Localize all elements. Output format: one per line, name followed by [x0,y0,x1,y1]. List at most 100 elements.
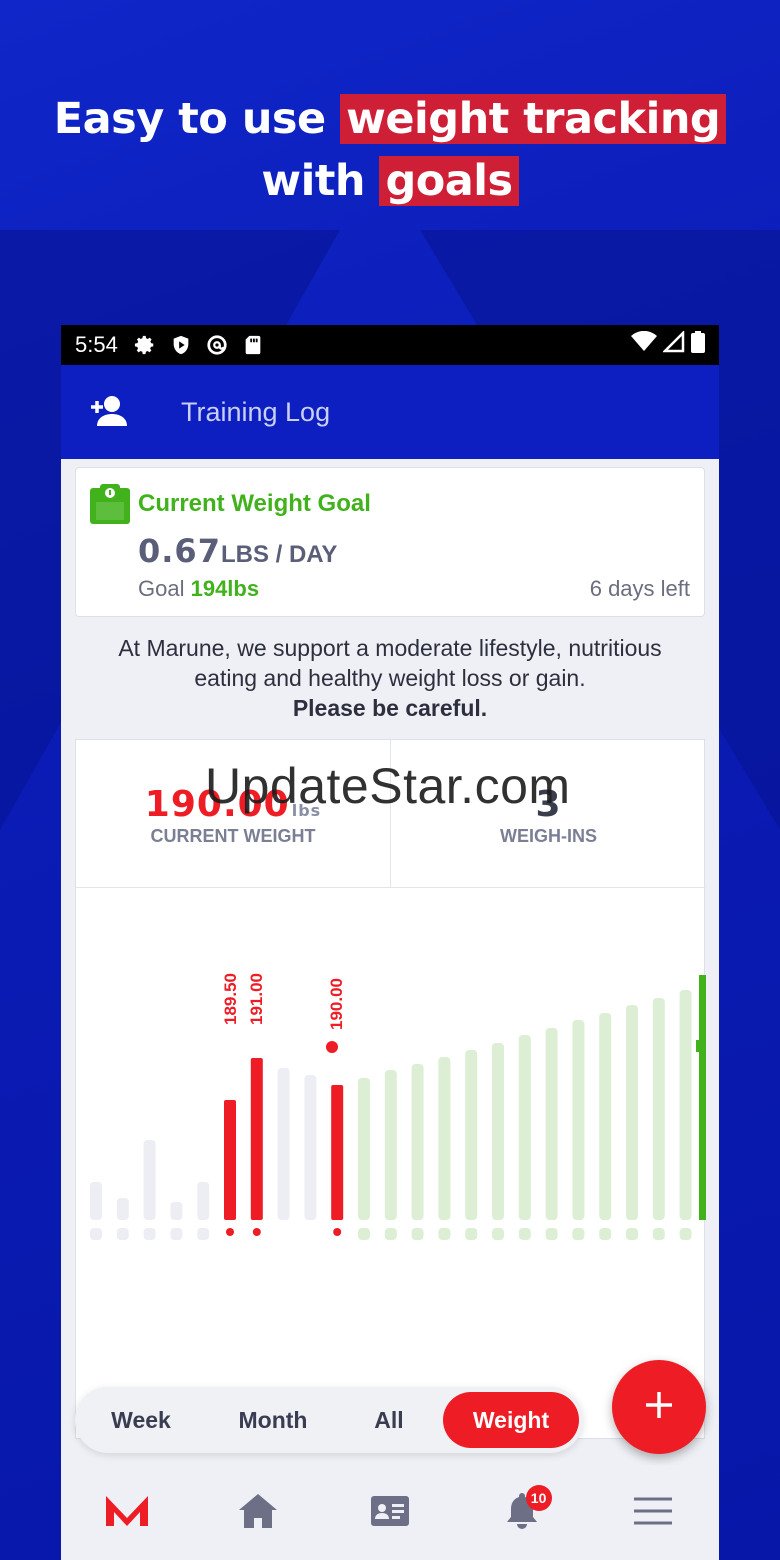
gear-icon [134,334,156,356]
bottom-navigation: 10 [61,1465,719,1560]
weight-chart: 189.50 191.00 190.00 [90,973,706,1240]
chart-dot-projection [679,1228,692,1240]
nav-logo[interactable] [87,1483,167,1543]
battery-icon [691,331,705,359]
chart-bar-projection [411,1064,424,1220]
chart-bar-projection [384,1070,397,1220]
chart-dot-projection [358,1228,370,1240]
weight-goal-card[interactable]: Current Weight Goal 0.67LBS / DAY Goal 1… [75,467,705,617]
chart-bar-empty [116,1198,129,1220]
headline-highlight-goals: goals [379,156,519,206]
headline-part1: Easy to use [53,94,341,144]
goal-target: Goal 194lbs [138,576,259,602]
chart-dot-projection [465,1228,478,1240]
chart-point-marker [326,1041,338,1053]
chart-dot-logged [252,1228,261,1236]
scale-icon [90,484,130,528]
chart-bar-projection [518,1035,531,1220]
chart-bar-projection [572,1020,585,1220]
range-weight-button[interactable]: Weight [443,1392,579,1448]
app-bar: Training Log [61,365,719,459]
support-message: At Marune, we support a moderate lifesty… [61,633,719,723]
menu-icon [634,1497,673,1529]
chart-dot-projection [626,1228,638,1240]
chart-bar-empty [143,1140,156,1220]
chart-dot-empty [116,1228,129,1240]
chart-bar-projection [492,1043,504,1220]
chart-dot-projection [438,1228,451,1240]
weigh-ins-label: WEIGH-INS [500,826,597,846]
goal-rate-value: 0.67 [138,532,221,570]
at-sign-icon [206,334,228,356]
chart-value-label: 189.50 [221,973,240,1025]
chart-dot-empty [170,1228,183,1240]
add-user-icon[interactable] [87,394,131,430]
chart-dot-empty [197,1228,210,1240]
chart-bar-projection [438,1057,451,1220]
headline-part2: with [261,156,380,206]
goal-rate-unit: LBS / DAY [220,541,338,568]
chart-bar-projection [626,1005,638,1220]
chart-value-label: 191.00 [247,973,266,1025]
chart-dot-projection [599,1228,612,1240]
chart-dot-empty [90,1228,102,1240]
logo-icon [105,1495,148,1530]
chart-bar-logged [224,1100,236,1220]
shield-play-icon [170,334,192,356]
chart-dot-projection [492,1228,504,1240]
chart-dot-projection [572,1228,585,1240]
chart-goal-bar [699,975,706,1220]
nav-notifications[interactable]: 10 [482,1483,562,1543]
chart-bar-projection [465,1050,478,1220]
chart-bar-projection [679,990,692,1220]
chart-bar-projection [599,1013,612,1220]
sd-card-icon [242,334,264,356]
app-bar-title: Training Log [181,396,331,427]
chart-value-label: 190.00 [327,978,346,1030]
goal-target-prefix: Goal [138,576,191,601]
range-month-button[interactable]: Month [207,1392,339,1448]
goal-rate: 0.67LBS / DAY [138,532,337,570]
plus-icon [644,1390,674,1424]
status-bar: 5:54 [61,325,719,365]
range-week-button[interactable]: Week [75,1392,207,1448]
chart-dot-logged [226,1228,234,1236]
support-text: At Marune, we support a moderate lifesty… [118,635,662,691]
wifi-icon [631,330,657,359]
range-all-button[interactable]: All [339,1392,439,1448]
chart-bar-empty [277,1068,290,1220]
notification-badge: 10 [525,1484,552,1511]
chart-dot-projection [411,1228,424,1240]
weight-stats-card: 190.00 lbs CURRENT WEIGHT 3 WEIGH-INS 189… [75,739,706,1439]
goal-days-left: 6 days left [589,576,690,601]
phone-screen: 5:54 Training Log Current Weight Goal 0.… [61,325,719,1560]
chart-bar-projection [652,998,665,1220]
chart-dot-projection [518,1228,531,1240]
watermark-text: UpdateStar.com [205,758,571,814]
chart-dot-projection [384,1228,397,1240]
chart-bar-logged [250,1058,263,1220]
chart-bar-logged [331,1085,344,1220]
chart-dot-projection [652,1228,665,1240]
signal-icon [661,329,685,359]
range-selector: Week Month All Weight [75,1387,583,1453]
chart-dot-logged [333,1228,342,1236]
status-time: 5:54 [75,332,118,357]
chart-bar-projection [358,1078,370,1220]
chart-dot-projection [545,1228,558,1240]
headline-highlight-weight-tracking: weight tracking [340,94,727,144]
support-emphasis: Please be careful. [292,695,488,721]
nav-home[interactable] [218,1483,298,1543]
goal-title: Current Weight Goal [138,490,371,517]
chart-bar-empty [197,1182,210,1220]
chart-bar-empty [170,1202,183,1220]
current-weight-label: CURRENT WEIGHT [150,826,316,846]
chart-goal-marker [696,1040,704,1052]
chart-bar-empty [90,1182,102,1220]
goal-target-value: 194lbs [190,576,260,601]
chart-dot-empty [143,1228,156,1240]
nav-profile-card[interactable] [350,1483,430,1543]
add-entry-button[interactable] [612,1360,706,1454]
promo-headline: Easy to use weight tracking with goals [0,88,780,212]
nav-menu[interactable] [613,1483,693,1543]
